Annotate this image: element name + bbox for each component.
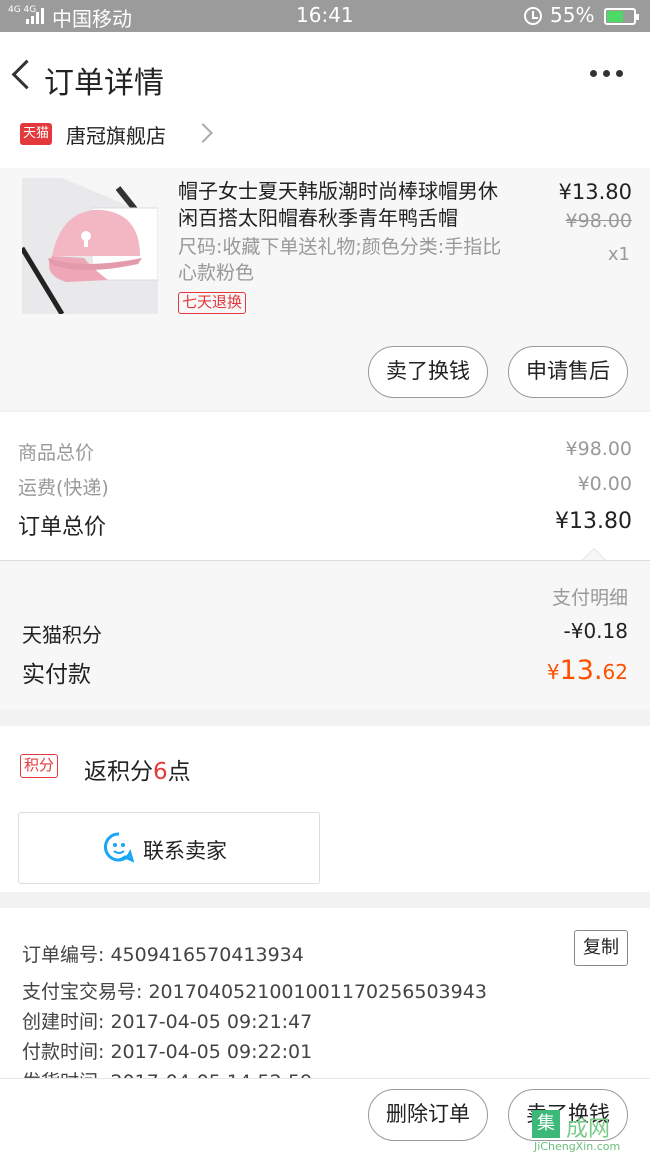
order-total-label: 订单总价 xyxy=(18,515,107,540)
watermark-url: JiChengXin.com xyxy=(534,1140,621,1153)
back-button[interactable] xyxy=(4,52,40,96)
product-item[interactable]: 帽子女士夏天韩版潮时尚棒球帽男休闲百搭太阳帽春秋季青年鸭舌帽 尺码:收藏下单送礼… xyxy=(0,168,650,410)
order-total-value: ¥13.80 xyxy=(555,509,632,534)
paid-currency: ¥ xyxy=(546,660,560,684)
watermark-text: 成网 xyxy=(566,1117,611,1142)
tmall-points-row: 天猫积分 -¥0.18 xyxy=(22,619,628,648)
points-prefix: 返积分 xyxy=(84,759,153,785)
rewards-section: 积分 返积分6点 联系卖家 xyxy=(0,726,650,892)
paid-time: 付款时间: 2017-04-05 09:22:01 xyxy=(22,1041,313,1063)
paid-amount-label: 实付款 xyxy=(22,662,91,688)
payment-detail-label: 支付明细 xyxy=(551,587,628,609)
watermark-box: 集 xyxy=(532,1110,560,1138)
points-count: 6 xyxy=(153,759,168,785)
product-title[interactable]: 帽子女士夏天韩版潮时尚棒球帽男休闲百搭太阳帽春秋季青年鸭舌帽 xyxy=(178,178,508,232)
battery-icon xyxy=(604,8,639,25)
alipay-transaction-number: 支付宝交易号: 2017040521001001170256503943 xyxy=(22,981,487,1003)
tmall-points-label: 天猫积分 xyxy=(22,623,102,647)
store-name: 唐冠旗舰店 xyxy=(66,124,166,148)
alarm-icon xyxy=(524,7,542,25)
shipping-row: 运费(快递) ¥0.00 xyxy=(18,473,632,500)
product-image[interactable] xyxy=(22,178,158,314)
delete-order-button[interactable]: 删除订单 xyxy=(368,1089,488,1141)
product-photo xyxy=(22,178,158,314)
pointer-triangle xyxy=(582,548,606,560)
created-time: 创建时间: 2017-04-05 09:21:47 xyxy=(22,1011,313,1033)
goods-total-value: ¥98.00 xyxy=(565,438,632,460)
sell-for-cash-button[interactable]: 卖了换钱 xyxy=(368,346,488,398)
goods-total-label: 商品总价 xyxy=(18,442,95,464)
chevron-right-icon xyxy=(193,123,213,143)
contact-seller-label: 联系卖家 xyxy=(143,839,227,863)
shipping-value: ¥0.00 xyxy=(577,473,632,495)
paid-integer: 13. xyxy=(559,655,603,686)
shipping-label: 运费(快递) xyxy=(18,477,109,499)
paid-amount-value: ¥13.62 xyxy=(547,655,628,686)
tmall-points-value: -¥0.18 xyxy=(563,619,628,643)
price-summary: 商品总价 ¥98.00 运费(快递) ¥0.00 订单总价 ¥13.80 xyxy=(0,412,650,560)
product-spec: 尺码:收藏下单送礼物;颜色分类:手指比心款粉色 xyxy=(178,236,502,284)
contact-seller-button[interactable]: 联系卖家 xyxy=(18,812,320,884)
tmall-badge-icon: 天猫 xyxy=(20,123,52,145)
goods-total-row: 商品总价 ¥98.00 xyxy=(18,438,632,465)
after-sales-button[interactable]: 申请售后 xyxy=(508,346,628,398)
clock: 16:41 xyxy=(296,3,354,27)
paid-decimal: 62 xyxy=(602,660,628,684)
points-tag: 积分 xyxy=(20,754,59,778)
more-menu-button[interactable] xyxy=(590,68,624,78)
seven-day-return-badge: 七天退换 xyxy=(178,292,247,314)
store-row[interactable]: 天猫 唐冠旗舰店 xyxy=(0,120,650,168)
carrier-name: 中国移动 xyxy=(52,7,132,31)
payment-detail: 支付明细 天猫积分 -¥0.18 实付款 ¥13.62 xyxy=(0,560,650,710)
page-title: 订单详情 xyxy=(44,66,164,101)
signal-icon xyxy=(26,8,46,24)
paid-amount-row: 实付款 ¥13.62 xyxy=(22,655,628,689)
copy-button[interactable]: 复制 xyxy=(574,930,628,966)
nav-bar: 订单详情 xyxy=(0,32,650,120)
watermark-logo: 集 成网 JiChengXin.com xyxy=(532,1110,650,1155)
product-quantity: x1 xyxy=(607,244,630,265)
battery-percent: 55% xyxy=(550,3,595,27)
status-bar: 4G 4G 中国移动 16:41 55% xyxy=(0,0,650,32)
points-suffix: 点 xyxy=(167,759,191,785)
chat-bubble-icon xyxy=(103,832,135,863)
product-price: ¥13.80 xyxy=(558,180,632,204)
order-number: 订单编号: 4509416570413934 xyxy=(22,944,304,966)
product-original-price: ¥98.00 xyxy=(565,210,632,232)
order-total-row: 订单总价 ¥13.80 xyxy=(18,509,632,541)
order-info: 订单编号: 4509416570413934 复制 支付宝交易号: 201704… xyxy=(0,908,650,1093)
points-reward-text: 返积分6点 xyxy=(84,752,191,786)
